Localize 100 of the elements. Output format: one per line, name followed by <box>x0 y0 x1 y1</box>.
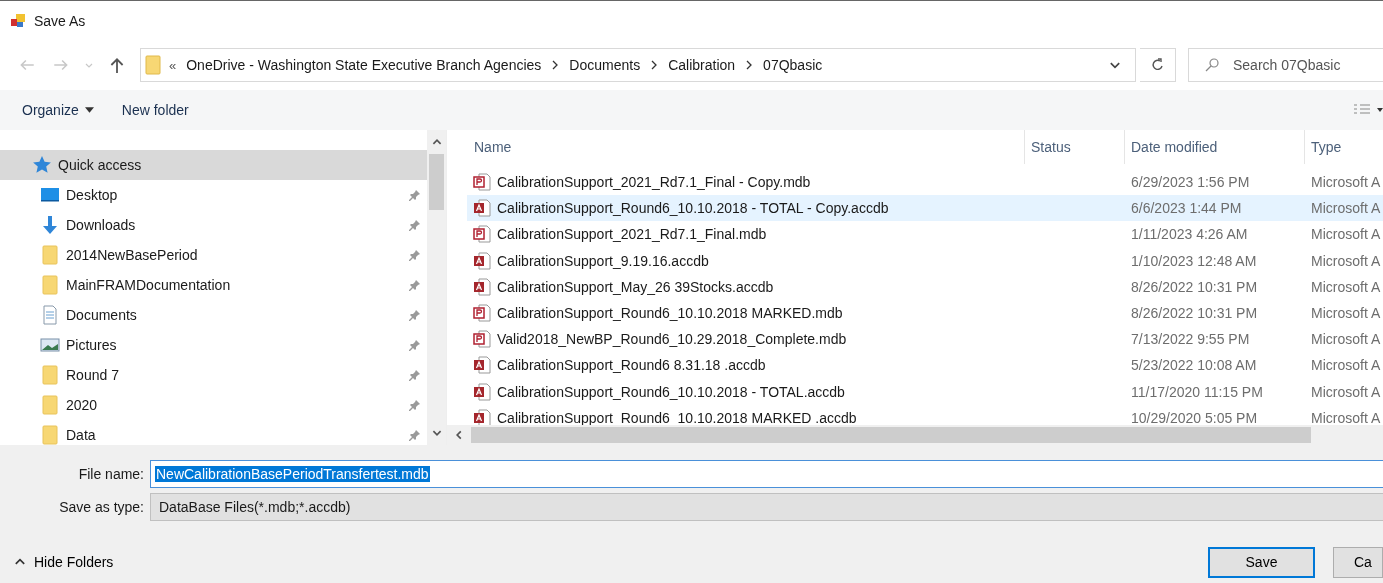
sidebar-item-label: MainFRAMDocumentation <box>66 277 231 293</box>
vertical-scrollbar[interactable] <box>427 130 446 445</box>
save-as-type-label: Save as type: <box>58 498 145 515</box>
monitor-icon <box>40 185 60 205</box>
search-field[interactable]: Search 07Qbasic <box>1188 48 1383 82</box>
file-name: CalibrationSupport_Round6 8.31.18 .accdb <box>497 357 766 374</box>
file-name: CalibrationSupport_Round6_10.10.2018 - TOTAL.accdb <box>497 383 845 400</box>
sidebar-item[interactable]: 2014NewBasePeriod <box>0 240 427 270</box>
date-modified: 10/29/2020 5:05 PM <box>1130 409 1259 425</box>
column-header[interactable]: Type <box>1305 130 1383 164</box>
file-type: Microsoft A <box>1310 331 1382 348</box>
sidebar-item-label: Round 7 <box>66 367 119 383</box>
file-type: Microsoft A <box>1310 357 1382 374</box>
pin-icon[interactable] <box>409 309 421 321</box>
file-row[interactable]: CalibrationSupport_2021_Rd7.1_Final.mdb 1/11/2023 4:26 AM Microsoft A <box>467 221 1383 248</box>
pin-icon[interactable] <box>409 339 421 351</box>
file-row[interactable]: CalibrationSupport_2021_Rd7.1_Final - Copy.mdb 6/29/2023 1:56 PM Microsoft A <box>467 169 1383 196</box>
sidebar-item[interactable]: Quick access <box>0 150 427 180</box>
pin-icon[interactable] <box>409 399 421 411</box>
sidebar-item[interactable]: MainFRAMDocumentation <box>0 270 427 300</box>
cancel-button[interactable]: Ca <box>1333 546 1383 578</box>
file-row[interactable]: CalibrationSupport_Round6 8.31.18 .accdb 5/23/2022 10:08 AM Microsoft A <box>467 352 1383 379</box>
address-bar[interactable]: « OneDrive - Washington State Executive Branch Agencies Documents Calibration 07Qbasic <box>140 48 1136 82</box>
pin-icon[interactable] <box>409 429 421 441</box>
sidebar-item[interactable]: Pictures <box>0 330 427 360</box>
chevron-right-icon[interactable] <box>745 60 754 70</box>
save-as-type-dropdown[interactable]: DataBase Files(*.mdb;*.accdb) <box>150 492 1383 521</box>
view-options-icon[interactable] <box>1353 103 1383 117</box>
folder-icon <box>40 425 60 445</box>
file-name: CalibrationSupport_2021_Rd7.1_Final.mdb <box>497 226 767 243</box>
breadcrumb-segment[interactable]: 07Qbasic <box>763 57 823 73</box>
file-name: CalibrationSupport_May_26 39Stocks.accdb <box>497 278 774 295</box>
sidebar-item[interactable]: Desktop <box>0 180 427 210</box>
date-modified: 8/26/2022 10:31 PM <box>1130 305 1259 322</box>
file-type: Microsoft A <box>1310 409 1382 425</box>
pin-icon[interactable] <box>409 279 421 291</box>
file-name-field[interactable]: NewCalibrationBasePeriodTransfertest.mdb <box>150 459 1383 488</box>
scrollbar-thumb[interactable] <box>429 154 444 210</box>
file-type: Microsoft A <box>1310 305 1382 322</box>
chevron-right-icon[interactable] <box>650 60 659 70</box>
database-file-icon <box>473 330 491 349</box>
sidebar-item-label: 2014NewBasePeriod <box>66 247 198 263</box>
picture-icon <box>40 335 60 355</box>
column-header[interactable]: Name <box>447 130 1025 164</box>
file-name: CalibrationSupport_Round6_10.10.2018 MARKED.mdb <box>497 305 843 322</box>
breadcrumb-segment[interactable]: Documents <box>569 57 641 73</box>
file-type: Microsoft A <box>1310 226 1382 243</box>
database-file-icon <box>473 304 491 323</box>
refresh-icon <box>1149 57 1166 73</box>
sidebar-item-label: Data <box>66 427 96 443</box>
file-type: Microsoft A <box>1310 383 1382 400</box>
caret-icon <box>84 107 94 113</box>
sidebar-item-label: Desktop <box>66 187 118 203</box>
file-row[interactable]: CalibrationSupport_Round6_10.10.2018 - TOTAL - Copy.accdb 6/6/2023 1:44 PM Microsoft A <box>467 195 1383 222</box>
new-folder-button[interactable]: New folder <box>111 98 199 122</box>
sidebar-item[interactable]: Round 7 <box>0 360 427 390</box>
pin-icon[interactable] <box>409 249 421 261</box>
up-arrow-icon[interactable] <box>108 56 126 74</box>
sidebar-item[interactable]: 2020 <box>0 390 427 420</box>
database-file-icon <box>473 356 491 375</box>
file-name-label: File name: <box>77 465 145 482</box>
overflow-chevrons[interactable]: « <box>169 57 177 73</box>
pin-icon[interactable] <box>409 369 421 381</box>
horizontal-scrollbar[interactable] <box>447 425 1383 445</box>
download-arrow-icon <box>40 215 60 235</box>
sidebar-item[interactable]: Downloads <box>0 210 427 240</box>
pin-icon[interactable] <box>409 189 421 201</box>
folder-icon <box>145 55 161 75</box>
scrollbar-thumb[interactable] <box>471 427 1311 443</box>
file-name: Valid2018_NewBP_Round6_10.29.2018_Complete.mdb <box>497 331 847 348</box>
file-row[interactable]: Valid2018_NewBP_Round6_10.29.2018_Complete.mdb 7/13/2022 9:55 PM Microsoft A <box>467 326 1383 353</box>
date-modified: 7/13/2022 9:55 PM <box>1130 331 1251 348</box>
sidebar-item[interactable]: Data <box>0 420 427 445</box>
database-file-icon <box>473 382 491 401</box>
file-name: CalibrationSupport_Round6_10.10.2018 - TOTAL - Copy.accdb <box>497 200 889 217</box>
breadcrumb-segment[interactable]: Calibration <box>668 57 736 73</box>
breadcrumb-segment[interactable]: OneDrive - Washington State Executive Branch Agencies <box>186 57 542 73</box>
column-header[interactable]: Date modified <box>1125 130 1305 164</box>
file-row[interactable]: CalibrationSupport_9.19.16.accdb 1/10/2023 12:48 AM Microsoft A <box>467 247 1383 274</box>
file-row[interactable]: CalibrationSupport_May_26 39Stocks.accdb 8/26/2022 10:31 PM Microsoft A <box>467 273 1383 300</box>
file-name: CalibrationSupport_9.19.16.accdb <box>497 252 709 269</box>
folder-icon <box>40 365 60 385</box>
file-row[interactable]: CalibrationSupport_Round6_10.10.2018 - TOTAL.accdb 11/17/2020 11:15 PM Microsoft A <box>467 378 1383 405</box>
database-file-icon <box>473 408 491 425</box>
hide-folders-button[interactable]: Hide Folders <box>0 554 114 570</box>
sidebar-item-label: Downloads <box>66 217 136 233</box>
star-icon <box>32 155 52 175</box>
file-row[interactable]: CalibrationSupport_Round6_10.10.2018 MARKED.mdb 8/26/2022 10:31 PM Microsoft A <box>467 299 1383 327</box>
folder-icon <box>40 275 60 295</box>
refresh-button[interactable] <box>1140 48 1176 82</box>
chevron-right-icon[interactable] <box>551 60 560 70</box>
column-header[interactable]: Status <box>1025 130 1125 164</box>
save-button[interactable]: Save <box>1208 546 1315 578</box>
sidebar-item-label: Pictures <box>66 337 117 353</box>
database-file-icon <box>473 277 491 296</box>
date-modified: 6/29/2023 1:56 PM <box>1130 174 1251 191</box>
database-file-icon <box>473 199 491 218</box>
pin-icon[interactable] <box>409 219 421 231</box>
organize-button[interactable]: Organize <box>12 98 104 122</box>
sidebar-item[interactable]: Documents <box>0 300 427 330</box>
